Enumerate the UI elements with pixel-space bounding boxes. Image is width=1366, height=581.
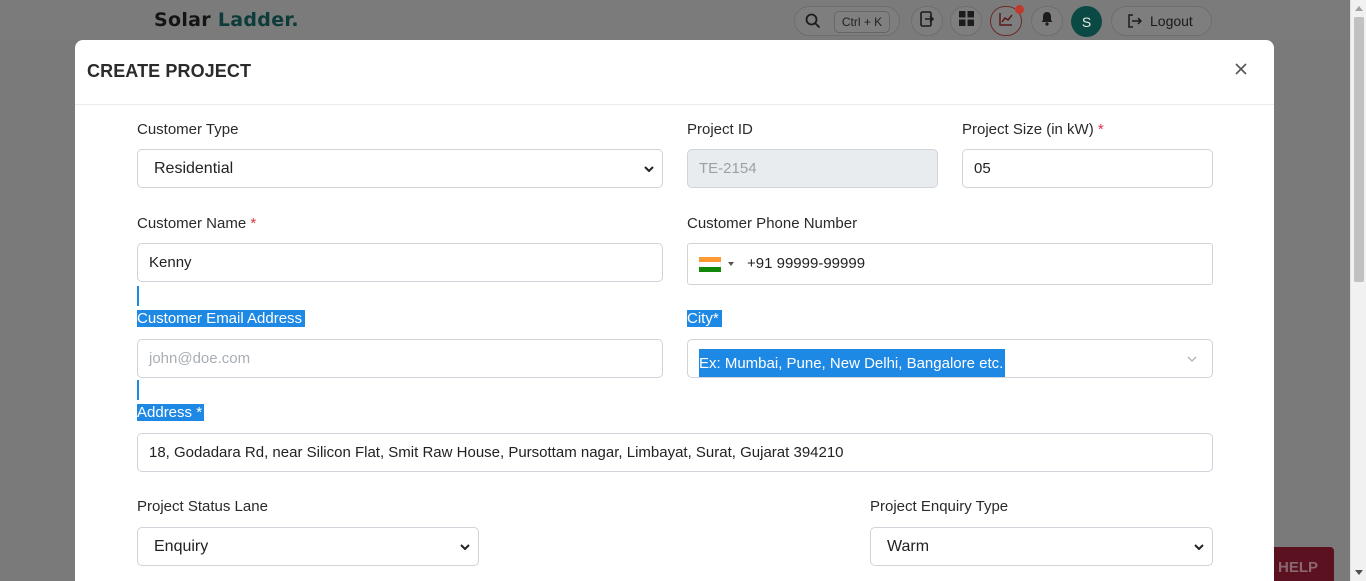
required-mark: * (1097, 121, 1104, 138)
modal-header: CREATE PROJECT (75, 40, 1274, 105)
scroll-up-icon[interactable] (1351, 0, 1366, 16)
bell-icon (1040, 11, 1054, 31)
address-value: 18, Godadara Rd, near Silicon Flat, Smit… (149, 444, 844, 461)
address-input[interactable]: 18, Godadara Rd, near Silicon Flat, Smit… (137, 433, 1213, 472)
customer-type-label: Customer Type (137, 121, 239, 138)
customer-name-label: Customer Name * (137, 215, 256, 232)
close-button[interactable] (1232, 62, 1250, 80)
page-scrollbar[interactable] (1350, 0, 1366, 581)
project-status-lane-label: Project Status Lane (137, 498, 268, 515)
city-placeholder: Ex: Mumbai, Pune, New Delhi, Bangalore e… (699, 349, 1006, 377)
logout-button[interactable]: Logout (1111, 6, 1212, 36)
logo-text-2: Ladder. (217, 9, 299, 31)
chevron-down-icon (642, 162, 656, 176)
customer-email-input[interactable]: john@doe.com (137, 339, 663, 378)
project-id-value: TE-2154 (699, 160, 757, 177)
notification-dot (1015, 5, 1024, 14)
project-size-label-text: Project Size (in kW) (962, 121, 1094, 138)
scrollbar-thumb[interactable] (1354, 17, 1364, 282)
customer-name-input[interactable]: Kenny (137, 243, 663, 282)
logo-text-1: Solar (154, 9, 211, 31)
project-size-value: 05 (974, 160, 991, 177)
project-enquiry-type-label: Project Enquiry Type (870, 498, 1009, 515)
project-id-label: Project ID (687, 121, 753, 138)
chevron-down-icon (1192, 540, 1206, 554)
chevron-down-icon (1186, 352, 1198, 370)
app-logo[interactable]: Solar Ladder. (154, 9, 299, 31)
address-label: Address * (137, 404, 205, 421)
customer-email-label: Customer Email Address (137, 310, 306, 327)
caret-down-icon (728, 262, 734, 266)
scroll-down-icon[interactable] (1351, 565, 1366, 581)
search-shortcut: Ctrl + K (834, 11, 890, 33)
customer-type-select[interactable]: Residential (137, 149, 663, 188)
customer-phone-label: Customer Phone Number (687, 215, 858, 232)
create-project-modal: CREATE PROJECT Customer Type Residential… (75, 40, 1274, 581)
project-enquiry-type-select[interactable]: Warm (870, 527, 1213, 566)
close-icon (1235, 62, 1247, 80)
project-enquiry-type-value: Warm (887, 537, 930, 555)
selection-caret (137, 286, 139, 306)
project-size-input[interactable]: 05 (962, 149, 1213, 188)
city-select[interactable]: Ex: Mumbai, Pune, New Delhi, Bangalore e… (687, 339, 1213, 378)
app-header: Solar Ladder. Ctrl + K S Logout (0, 0, 1350, 40)
apps-button[interactable] (950, 6, 982, 36)
logout-icon (1127, 14, 1142, 28)
project-size-label: Project Size (in kW) * (962, 121, 1104, 138)
modal-title: CREATE PROJECT (87, 61, 252, 81)
chart-trend-icon (998, 11, 1014, 32)
export-icon (920, 10, 935, 32)
customer-phone-input[interactable]: +91 99999-99999 (687, 243, 1213, 285)
customer-phone-value: +91 99999-99999 (747, 255, 866, 272)
selection-caret (137, 380, 139, 400)
customer-name-value: Kenny (149, 254, 192, 271)
avatar[interactable]: S (1071, 6, 1102, 37)
notifications-button[interactable] (1031, 6, 1063, 36)
export-button[interactable] (911, 6, 943, 36)
project-status-lane-value: Enquiry (154, 537, 209, 555)
required-mark: * (250, 215, 257, 232)
project-status-lane-select[interactable]: Enquiry (137, 527, 479, 566)
search-icon (805, 13, 821, 34)
customer-email-placeholder: john@doe.com (149, 350, 251, 367)
customer-type-value: Residential (154, 159, 234, 177)
india-flag-icon[interactable] (699, 257, 721, 272)
chevron-down-icon (458, 540, 472, 554)
windows-icon (958, 11, 974, 31)
project-id-input: TE-2154 (687, 149, 938, 188)
customer-name-label-text: Customer Name (137, 215, 247, 232)
city-label: City* (687, 310, 722, 327)
logout-label: Logout (1150, 13, 1193, 29)
